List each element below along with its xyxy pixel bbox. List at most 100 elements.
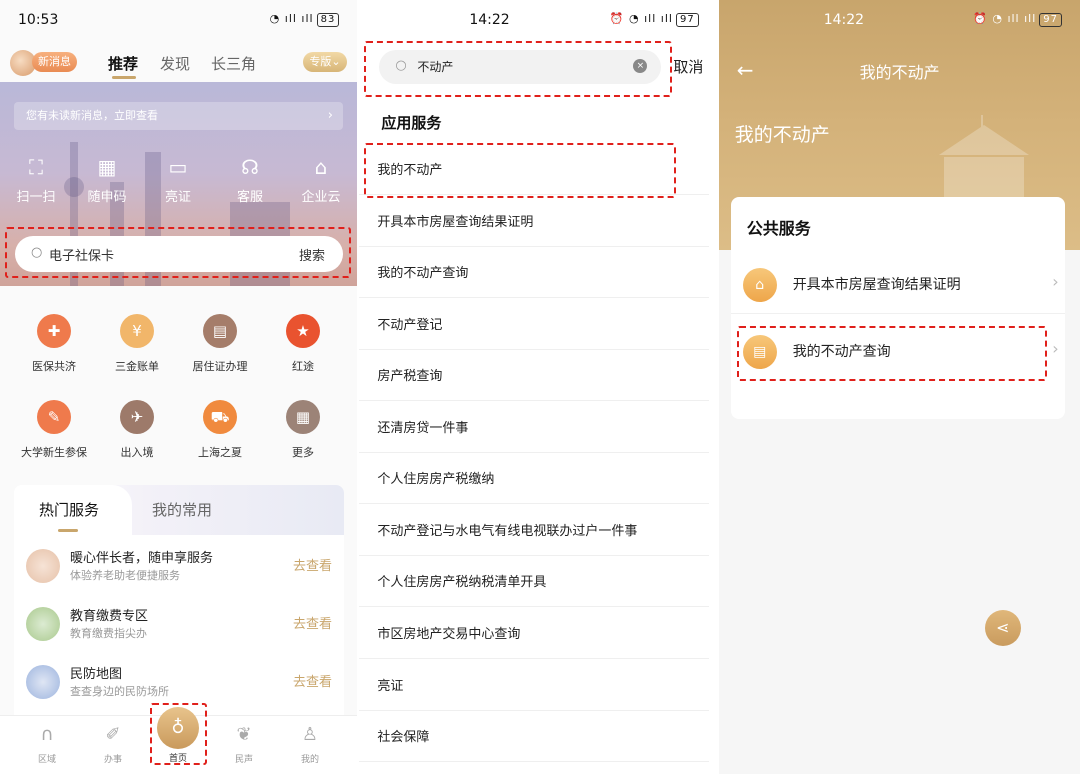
nav-label: 办事 [103, 755, 122, 765]
search-input[interactable]: ○ 不动产 × [379, 50, 662, 84]
battery-level: 97 [675, 13, 699, 27]
tab-underline [112, 76, 136, 79]
grid-freshman-insurance[interactable]: ✎ 大学新生参保 [12, 400, 96, 460]
service-item[interactable]: 教育缴费专区 教育缴费指尖办 去查看 [14, 599, 344, 657]
nav-home[interactable]: ♁ [157, 707, 199, 749]
result-label: 我的不动产查询 [377, 266, 469, 281]
headset-icon: ☊ [241, 155, 259, 179]
quick-health-code[interactable]: ▦ 随申码 [77, 154, 137, 205]
building-icon [938, 115, 1029, 202]
grid-fund-bill[interactable]: ¥ 三金账单 [95, 314, 179, 374]
search-icon: ○ [31, 245, 43, 260]
service-row[interactable]: ⌂ 开具本市房屋查询结果证明 › [730, 254, 1065, 314]
scan-icon: ⛶ [29, 155, 43, 179]
result-item[interactable]: 个人住房房产税缴纳 [359, 452, 710, 504]
clear-icon[interactable]: × [633, 59, 648, 73]
view-link[interactable]: 去查看 [293, 555, 332, 574]
home-search-bar[interactable]: ○ 电子社保卡 搜索 [15, 236, 343, 272]
arch-icon: ∩ [40, 724, 54, 745]
nav-region[interactable]: ∩ 区域 [22, 724, 72, 765]
result-item[interactable]: 社会保障 [359, 710, 710, 762]
quick-show-id[interactable]: ▭ 亮证 [148, 154, 208, 205]
tab-my-favorites[interactable]: 我的常用 [152, 499, 212, 520]
quick-scan[interactable]: ⛶ 扫一扫 [6, 154, 66, 205]
status-bar: 10:53 ◔ ıll ıll 83 [0, 0, 357, 44]
service-subtitle: 教育缴费指尖办 [70, 627, 147, 640]
result-label: 开具本市房屋查询结果证明 [377, 215, 534, 230]
gourd-icon: ♁ [171, 717, 185, 738]
nav-affairs[interactable]: ✐ 办事 [88, 724, 138, 765]
view-link[interactable]: 去查看 [293, 613, 332, 632]
status-icons: ⏰ ◔ ıll ıll 97 [973, 12, 1063, 27]
battery-level: 97 [1039, 13, 1063, 27]
result-item[interactable]: 我的不动产 [359, 143, 710, 195]
grid-shanghai-summer[interactable]: ⛟ 上海之夏 [178, 400, 262, 460]
card-title: 公共服务 [746, 219, 811, 238]
home-screen: 10:53 ◔ ıll ıll 83 新消息 推荐 发现 长三角 专版⌄ 您有未读… [0, 0, 358, 774]
result-item[interactable]: 亮证 [359, 659, 710, 711]
result-label: 不动产登记与水电气有线电视联办过户一件事 [377, 524, 638, 539]
result-item[interactable]: 不动产登记 [359, 298, 710, 350]
quick-customer-service[interactable]: ☊ 客服 [220, 154, 280, 205]
tab-yangtze-delta[interactable]: 长三角 [211, 53, 256, 74]
bill-icon: ¥ [120, 314, 154, 348]
battery-level: 83 [316, 13, 340, 27]
chevron-right-icon: › [327, 108, 333, 123]
nav-mine[interactable]: ♙ 我的 [285, 724, 335, 765]
status-icons: ◔ ıll ıll 83 [270, 12, 340, 27]
result-label: 个人住房房产税纳税清单开具 [377, 575, 547, 590]
status-time: 10:53 [18, 12, 59, 28]
result-label: 我的不动产 [377, 163, 443, 178]
service-item[interactable]: 暖心伴长者，随申享服务 体验养老助老便捷服务 去查看 [14, 541, 344, 599]
status-time: 14:22 [469, 12, 510, 28]
result-item[interactable]: 市区房地产交易中心查询 [359, 607, 710, 659]
edition-label: 专版 [309, 55, 332, 68]
medical-icon: ✚ [37, 314, 71, 348]
grid-residence-permit[interactable]: ▤ 居住证办理 [178, 314, 262, 374]
grid-red-route[interactable]: ★ 红途 [261, 314, 345, 374]
graduation-cap-icon [26, 607, 60, 641]
view-link[interactable]: 去查看 [293, 671, 332, 690]
notice-bar[interactable]: 您有未读新消息，立即查看 › [14, 102, 343, 130]
grid-medical-insurance[interactable]: ✚ 医保共济 [12, 314, 96, 374]
result-item[interactable]: 个人住房房产税纳税清单开具 [359, 555, 710, 607]
nav-label: 民声 [234, 755, 253, 765]
quick-action-label: 企业云 [301, 190, 341, 205]
service-title: 民防地图 [70, 667, 123, 682]
tab-hot-services[interactable]: 热门服务 [39, 499, 99, 520]
result-label: 房产税查询 [377, 369, 443, 384]
grid-label: 更多 [292, 446, 314, 459]
search-placeholder: 电子社保卡 [49, 249, 115, 264]
edit-icon: ✎ [37, 400, 71, 434]
result-item[interactable]: 我的不动产查询 [359, 246, 710, 298]
grid-more[interactable]: ▦ 更多 [261, 400, 345, 460]
more-grid-icon: ▦ [286, 400, 320, 434]
notice-text: 您有未读新消息，立即查看 [26, 109, 158, 122]
tab-recommend[interactable]: 推荐 [108, 53, 138, 74]
search-screen: 14:22 ⏰ ◔ ıll ıll 97 ○ 不动产 × 取消 应用服务 我的不动… [359, 0, 717, 774]
new-message-badge[interactable]: 新消息 [32, 52, 77, 72]
result-item[interactable]: 还清房贷一件事 [359, 401, 710, 453]
grid-label: 三金账单 [115, 360, 159, 373]
cancel-button[interactable]: 取消 [673, 56, 703, 77]
result-item[interactable]: 开具本市房屋查询结果证明 [359, 195, 710, 247]
status-bar: 14:22 ⏰ ◔ ıll ıll 97 [359, 0, 716, 44]
status-bar: 14:22 ⏰ ◔ ıll ıll 97 [719, 0, 1080, 44]
service-label: 我的不动产查询 [792, 344, 891, 360]
grid-label: 上海之夏 [198, 446, 242, 459]
result-label: 还清房贷一件事 [377, 421, 469, 436]
result-item[interactable]: 不动产登记与水电气有线电视联办过户一件事 [359, 504, 710, 556]
service-title: 暖心伴长者，随申享服务 [70, 551, 214, 566]
grid-entry-exit[interactable]: ✈ 出入境 [95, 400, 179, 460]
service-card: 热门服务 我的常用 暖心伴长者，随申享服务 体验养老助老便捷服务 去查看 教育缴… [14, 485, 344, 725]
tab-discover[interactable]: 发现 [160, 53, 190, 74]
airplane-icon: ✈ [120, 400, 154, 434]
share-icon[interactable]: ⋖ [984, 610, 1021, 646]
edition-selector[interactable]: 专版⌄ [303, 52, 347, 72]
service-row[interactable]: ▤ 我的不动产查询 › [731, 321, 1065, 381]
nav-voice[interactable]: ❦ 民声 [219, 724, 269, 765]
cart-icon: ⛟ [203, 400, 237, 434]
quick-enterprise-cloud[interactable]: ⌂ 企业云 [291, 154, 351, 205]
result-item[interactable]: 房产税查询 [359, 349, 710, 401]
search-button[interactable]: 搜索 [299, 245, 325, 264]
